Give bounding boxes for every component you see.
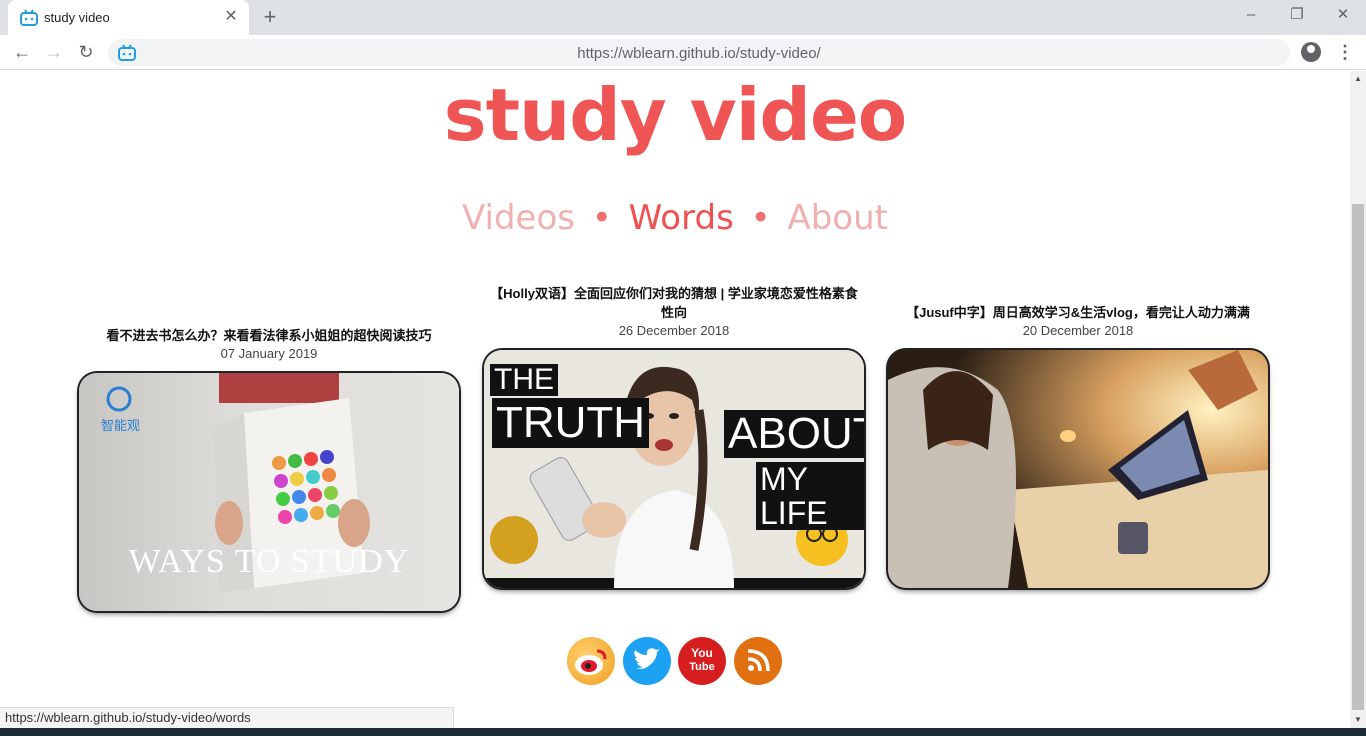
video-title[interactable]: 看不进去书怎么办？来看看法律系小姐姐的超快阅读技巧 (79, 326, 459, 345)
bilibili-icon (20, 9, 38, 26)
video-thumbnail[interactable]: THE TRUTH ABOUT MY LIFE (484, 350, 864, 588)
scroll-down-icon[interactable]: ▼ (1350, 712, 1366, 728)
close-window-button[interactable]: ✕ (1328, 4, 1358, 26)
os-taskbar (0, 728, 1366, 736)
youtube-icon[interactable]: You Tube (678, 637, 726, 685)
reload-button[interactable]: ↻ (74, 40, 98, 64)
weibo-icon[interactable] (567, 637, 615, 685)
video-thumbnail[interactable] (888, 350, 1268, 588)
video-card: 【Jusuf中字】周日高效学习&生活vlog，看完让人动力满满 20 Decem… (888, 303, 1268, 339)
site-title[interactable]: study video (0, 73, 1350, 157)
thumbnail-text: THE (490, 364, 558, 396)
youtube-label: You (691, 646, 713, 660)
site-nav: Videos • Words • About (0, 198, 1350, 238)
tab-study-video[interactable]: study video ✕ (8, 0, 249, 35)
minimize-button[interactable]: – (1236, 4, 1266, 26)
new-tab-button[interactable]: + (258, 5, 282, 29)
video-date: 07 January 2019 (220, 346, 318, 361)
video-date: 26 December 2018 (618, 323, 730, 338)
logo-text: 智能观 (101, 418, 141, 433)
tab-bar: study video ✕ + – ❐ ✕ (0, 0, 1366, 35)
menu-icon[interactable]: ⋮ (1336, 40, 1354, 64)
nav-words[interactable]: Words (629, 198, 734, 238)
back-button[interactable]: ← (10, 40, 34, 64)
thumbnail-caption: WAYS TO STUDY (128, 543, 410, 580)
nav-about[interactable]: About (787, 198, 888, 238)
browser-toolbar: ← → ↻ https://wblearn.github.io/study-vi… (0, 35, 1366, 70)
scroll-up-icon[interactable]: ▲ (1350, 71, 1366, 87)
url-text: https://wblearn.github.io/study-video/ (577, 45, 821, 62)
account-icon[interactable] (1301, 42, 1321, 62)
study-desk-image (888, 350, 1268, 588)
thumbnail-text: MY LIFE (756, 462, 864, 530)
rss-icon[interactable] (734, 637, 782, 685)
twitter-icon[interactable] (623, 637, 671, 685)
video-card: 看不进去书怎么办？来看看法律系小姐姐的超快阅读技巧 07 January 201… (79, 326, 459, 362)
nav-separator: • (750, 198, 771, 238)
tab-title: study video (44, 10, 110, 25)
nav-videos[interactable]: Videos (462, 198, 575, 238)
restore-button[interactable]: ❐ (1282, 4, 1312, 26)
page-scrollbar[interactable]: ▲ ▼ (1350, 71, 1366, 728)
video-date: 20 December 2018 (1022, 323, 1134, 338)
video-thumbnail[interactable]: 智能观 WAYS TO STUDY (79, 373, 459, 611)
scroll-thumb[interactable] (1352, 204, 1364, 710)
youtube-label: Tube (689, 661, 715, 673)
nav-separator: • (591, 198, 612, 238)
video-card: 【Holly双语】全面回应你们对我的猜想 | 学业家境恋爱性格素食性向 26 D… (484, 284, 864, 339)
status-url: https://wblearn.github.io/study-video/wo… (0, 707, 454, 728)
forward-button[interactable]: → (42, 40, 66, 64)
video-title[interactable]: 【Jusuf中字】周日高效学习&生活vlog，看完让人动力满满 (888, 303, 1268, 322)
page-content: study video Videos • Words • About 看不进去书… (0, 71, 1350, 728)
address-bar[interactable]: https://wblearn.github.io/study-video/ (108, 39, 1290, 66)
thumbnail-text: ABOUT (724, 410, 864, 458)
video-title[interactable]: 【Holly双语】全面回应你们对我的猜想 | 学业家境恋爱性格素食性向 (484, 284, 864, 322)
close-tab-icon[interactable]: ✕ (221, 7, 241, 27)
thumbnail-text: TRUTH (492, 398, 650, 448)
